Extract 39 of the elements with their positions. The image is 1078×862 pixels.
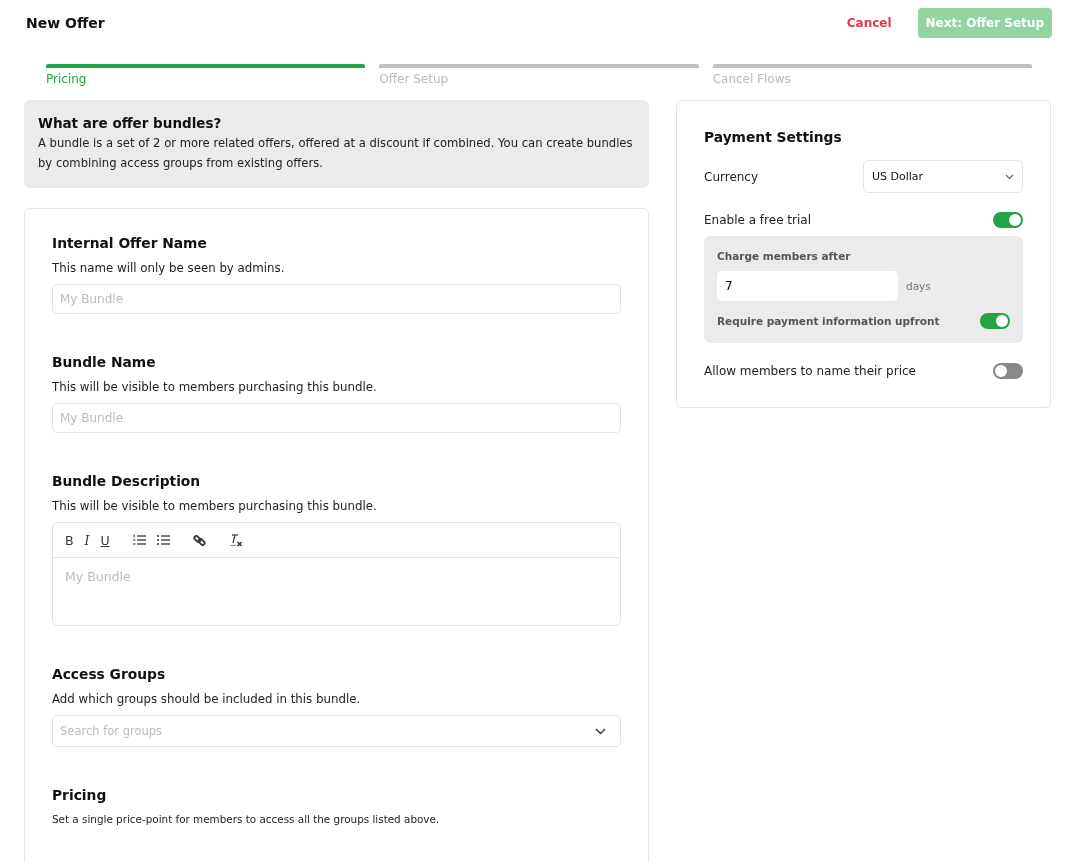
unit-label: days — [906, 280, 931, 292]
section-title: Pricing — [52, 787, 108, 803]
section-description: Set a single price-point for members to access all the groups listed above. — [52, 813, 441, 825]
bullet-list-icon[interactable] — [156, 534, 170, 546]
cancel-button[interactable]: Cancel — [840, 12, 898, 34]
format-button[interactable]: B — [65, 532, 74, 548]
info-text: A bundle is a set of 2 or more related offers, offered at a discount if combined. You can create bundles by combining access groups from existing offers. — [38, 135, 634, 172]
section-title: Access Groups — [52, 666, 167, 682]
currency-label: Currency — [704, 169, 759, 184]
section-description: This name will only be seen by admins. — [52, 261, 286, 275]
numbered-list-icon[interactable] — [132, 534, 146, 546]
toggle-switch[interactable] — [980, 313, 1010, 329]
input-field[interactable]: My Bundle — [52, 403, 621, 433]
toggle-label: Enable a free trial — [704, 213, 811, 227]
text-editor[interactable]: B I U My Bundle — [52, 522, 621, 626]
page-title: New Offer — [26, 15, 105, 31]
editor-placeholder: My Bundle — [64, 568, 132, 586]
section-title: Bundle Description — [52, 473, 202, 489]
toggle-label: Allow members to name their price — [704, 364, 916, 378]
section-title: Internal Offer Name — [52, 235, 208, 251]
input-field[interactable]: My Bundle — [52, 284, 621, 314]
currency-select[interactable]: US Dollar — [863, 160, 1023, 193]
link-icon[interactable] — [192, 533, 206, 547]
section-title: Bundle Name — [52, 354, 157, 370]
chevron-icon — [1005, 173, 1014, 180]
clear-format-icon[interactable] — [228, 533, 243, 547]
toggle-switch[interactable] — [993, 212, 1023, 228]
card-title: Payment Settings — [704, 129, 843, 145]
chevron-icon — [595, 727, 606, 735]
format-button[interactable]: I — [84, 532, 90, 548]
section-description: This will be visible to members purchasing this bundle. — [52, 380, 378, 394]
toggle-switch[interactable] — [993, 363, 1023, 379]
days-field[interactable]: 7 — [717, 271, 898, 301]
charge-label: Charge members after — [717, 250, 852, 262]
info-title: What are offer bundles? — [38, 115, 223, 131]
section-description: This will be visible to members purchasing this bundle. — [52, 499, 378, 513]
toggle-label: Require payment information upfront — [717, 315, 940, 327]
format-button[interactable]: U — [100, 532, 110, 548]
section-description: Add which groups should be included in this bundle. — [52, 692, 362, 706]
